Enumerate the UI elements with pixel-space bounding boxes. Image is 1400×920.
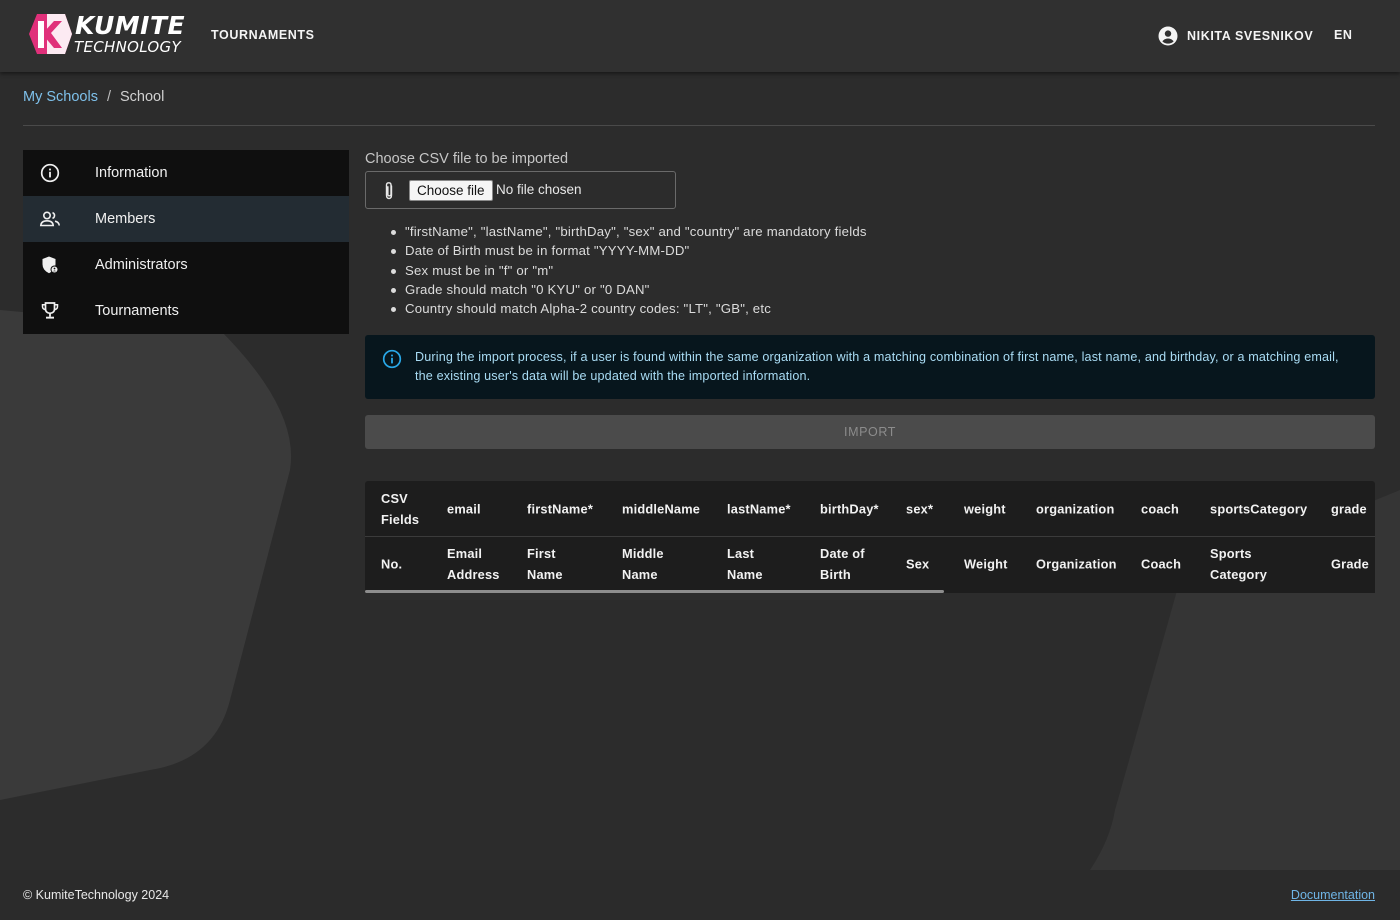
logo-sub-text: TECHNOLOGY	[74, 38, 181, 56]
trophy-icon	[39, 300, 61, 322]
table-cell: Date of Birth	[820, 545, 865, 582]
import-info-alert: During the import process, if a user is …	[365, 335, 1375, 399]
table-scrollbar[interactable]	[365, 590, 1375, 593]
table-cell: Last Name	[727, 545, 763, 582]
paperclip-icon	[382, 181, 396, 206]
menu-item-tournaments[interactable]: Tournaments	[23, 288, 349, 334]
table-cell: sex*	[906, 501, 934, 516]
table-cell: birthDay*	[820, 501, 879, 516]
table-cell: grade	[1331, 501, 1367, 516]
table-cell: firstName*	[527, 501, 594, 516]
logo-main-text: KUMITE	[75, 11, 186, 40]
people-icon	[39, 208, 61, 230]
table-cell: Weight	[964, 556, 1008, 571]
rule-item: Date of Birth must be in format "YYYY-MM…	[385, 241, 867, 260]
menu-item-information[interactable]: Information	[23, 150, 349, 196]
app-footer: © KumiteTechnology 2024 Documentation	[0, 870, 1400, 920]
user-name: NIKITA SVESNIKOV	[1187, 29, 1314, 43]
breadcrumb-my-schools[interactable]: My Schools	[23, 89, 98, 105]
menu-item-members[interactable]: Members	[23, 196, 349, 242]
account-circle-icon	[1158, 26, 1178, 46]
csv-fields-row: CSV Fields email firstName* middleName l…	[365, 481, 1375, 537]
table-cell: No.	[381, 556, 403, 571]
menu-item-label: Information	[95, 165, 168, 181]
breadcrumb: My Schools / School	[23, 89, 164, 105]
copyright-text: © KumiteTechnology 2024	[23, 888, 170, 902]
menu-item-label: Tournaments	[95, 303, 179, 319]
import-button[interactable]: IMPORT	[365, 415, 1375, 449]
table-cell: lastName*	[727, 501, 791, 516]
rule-item: Sex must be in "f" or "m"	[385, 261, 867, 280]
menu-item-administrators[interactable]: Administrators	[23, 242, 349, 288]
table-cell: Grade	[1331, 556, 1369, 571]
table-scrollbar-thumb[interactable]	[365, 590, 944, 593]
import-rules-list: "firstName", "lastName", "birthDay", "se…	[385, 222, 867, 318]
documentation-link[interactable]: Documentation	[1291, 888, 1375, 902]
logo-k-icon	[29, 14, 72, 54]
table-cell: weight	[964, 501, 1006, 516]
table-cell: Sex	[906, 556, 930, 571]
file-status-text: No file chosen	[496, 182, 582, 197]
menu-item-label: Members	[95, 211, 156, 227]
breadcrumb-current: School	[119, 89, 165, 105]
csv-file-input[interactable]: Choose file No file chosen	[365, 171, 676, 209]
user-menu[interactable]: NIKITA SVESNIKOV	[1158, 26, 1313, 46]
table-cell: CSV Fields	[381, 490, 420, 527]
table-cell: Organization	[1036, 556, 1117, 571]
table-cell: sportsCategory	[1210, 501, 1308, 516]
csv-file-label: Choose CSV file to be imported	[365, 151, 569, 167]
table-cell: Email Address	[447, 545, 500, 582]
table-cell: Sports Category	[1210, 545, 1268, 582]
field-labels-row: No. Email Address First Name Middle Name…	[365, 537, 1375, 590]
kumite-logo[interactable]: KUMITE TECHNOLOGY	[27, 12, 185, 58]
info-outline-icon	[382, 349, 402, 374]
table-cell: coach	[1141, 501, 1179, 516]
app-header: KUMITE TECHNOLOGY TOURNAMENTS NIKITA SVE…	[0, 0, 1400, 72]
breadcrumb-divider	[23, 125, 1375, 126]
table-cell: First Name	[527, 545, 563, 582]
school-side-menu: Information Members Administrators Tourn…	[23, 150, 349, 334]
breadcrumb-separator: /	[106, 89, 111, 105]
background-shape-left	[0, 310, 292, 800]
table-cell: organization	[1036, 501, 1115, 516]
table-cell: email	[447, 501, 481, 516]
rule-item: "firstName", "lastName", "birthDay", "se…	[385, 222, 867, 241]
rule-item: Grade should match "0 KYU" or "0 DAN"	[385, 280, 867, 299]
info-icon	[39, 162, 61, 184]
menu-item-label: Administrators	[95, 257, 188, 273]
shield-admin-icon	[39, 254, 61, 276]
info-alert-text: During the import process, if a user is …	[415, 350, 1339, 383]
nav-tournaments-link[interactable]: TOURNAMENTS	[211, 28, 315, 42]
rule-item: Country should match Alpha-2 country cod…	[385, 299, 867, 318]
csv-mapping-table: CSV Fields email firstName* middleName l…	[365, 481, 1375, 593]
choose-file-button[interactable]: Choose file	[409, 180, 493, 201]
table-cell: Coach	[1141, 556, 1182, 571]
table-cell: middleName	[622, 501, 701, 516]
language-selector[interactable]: EN	[1334, 28, 1353, 42]
table-cell: Middle Name	[622, 545, 664, 582]
